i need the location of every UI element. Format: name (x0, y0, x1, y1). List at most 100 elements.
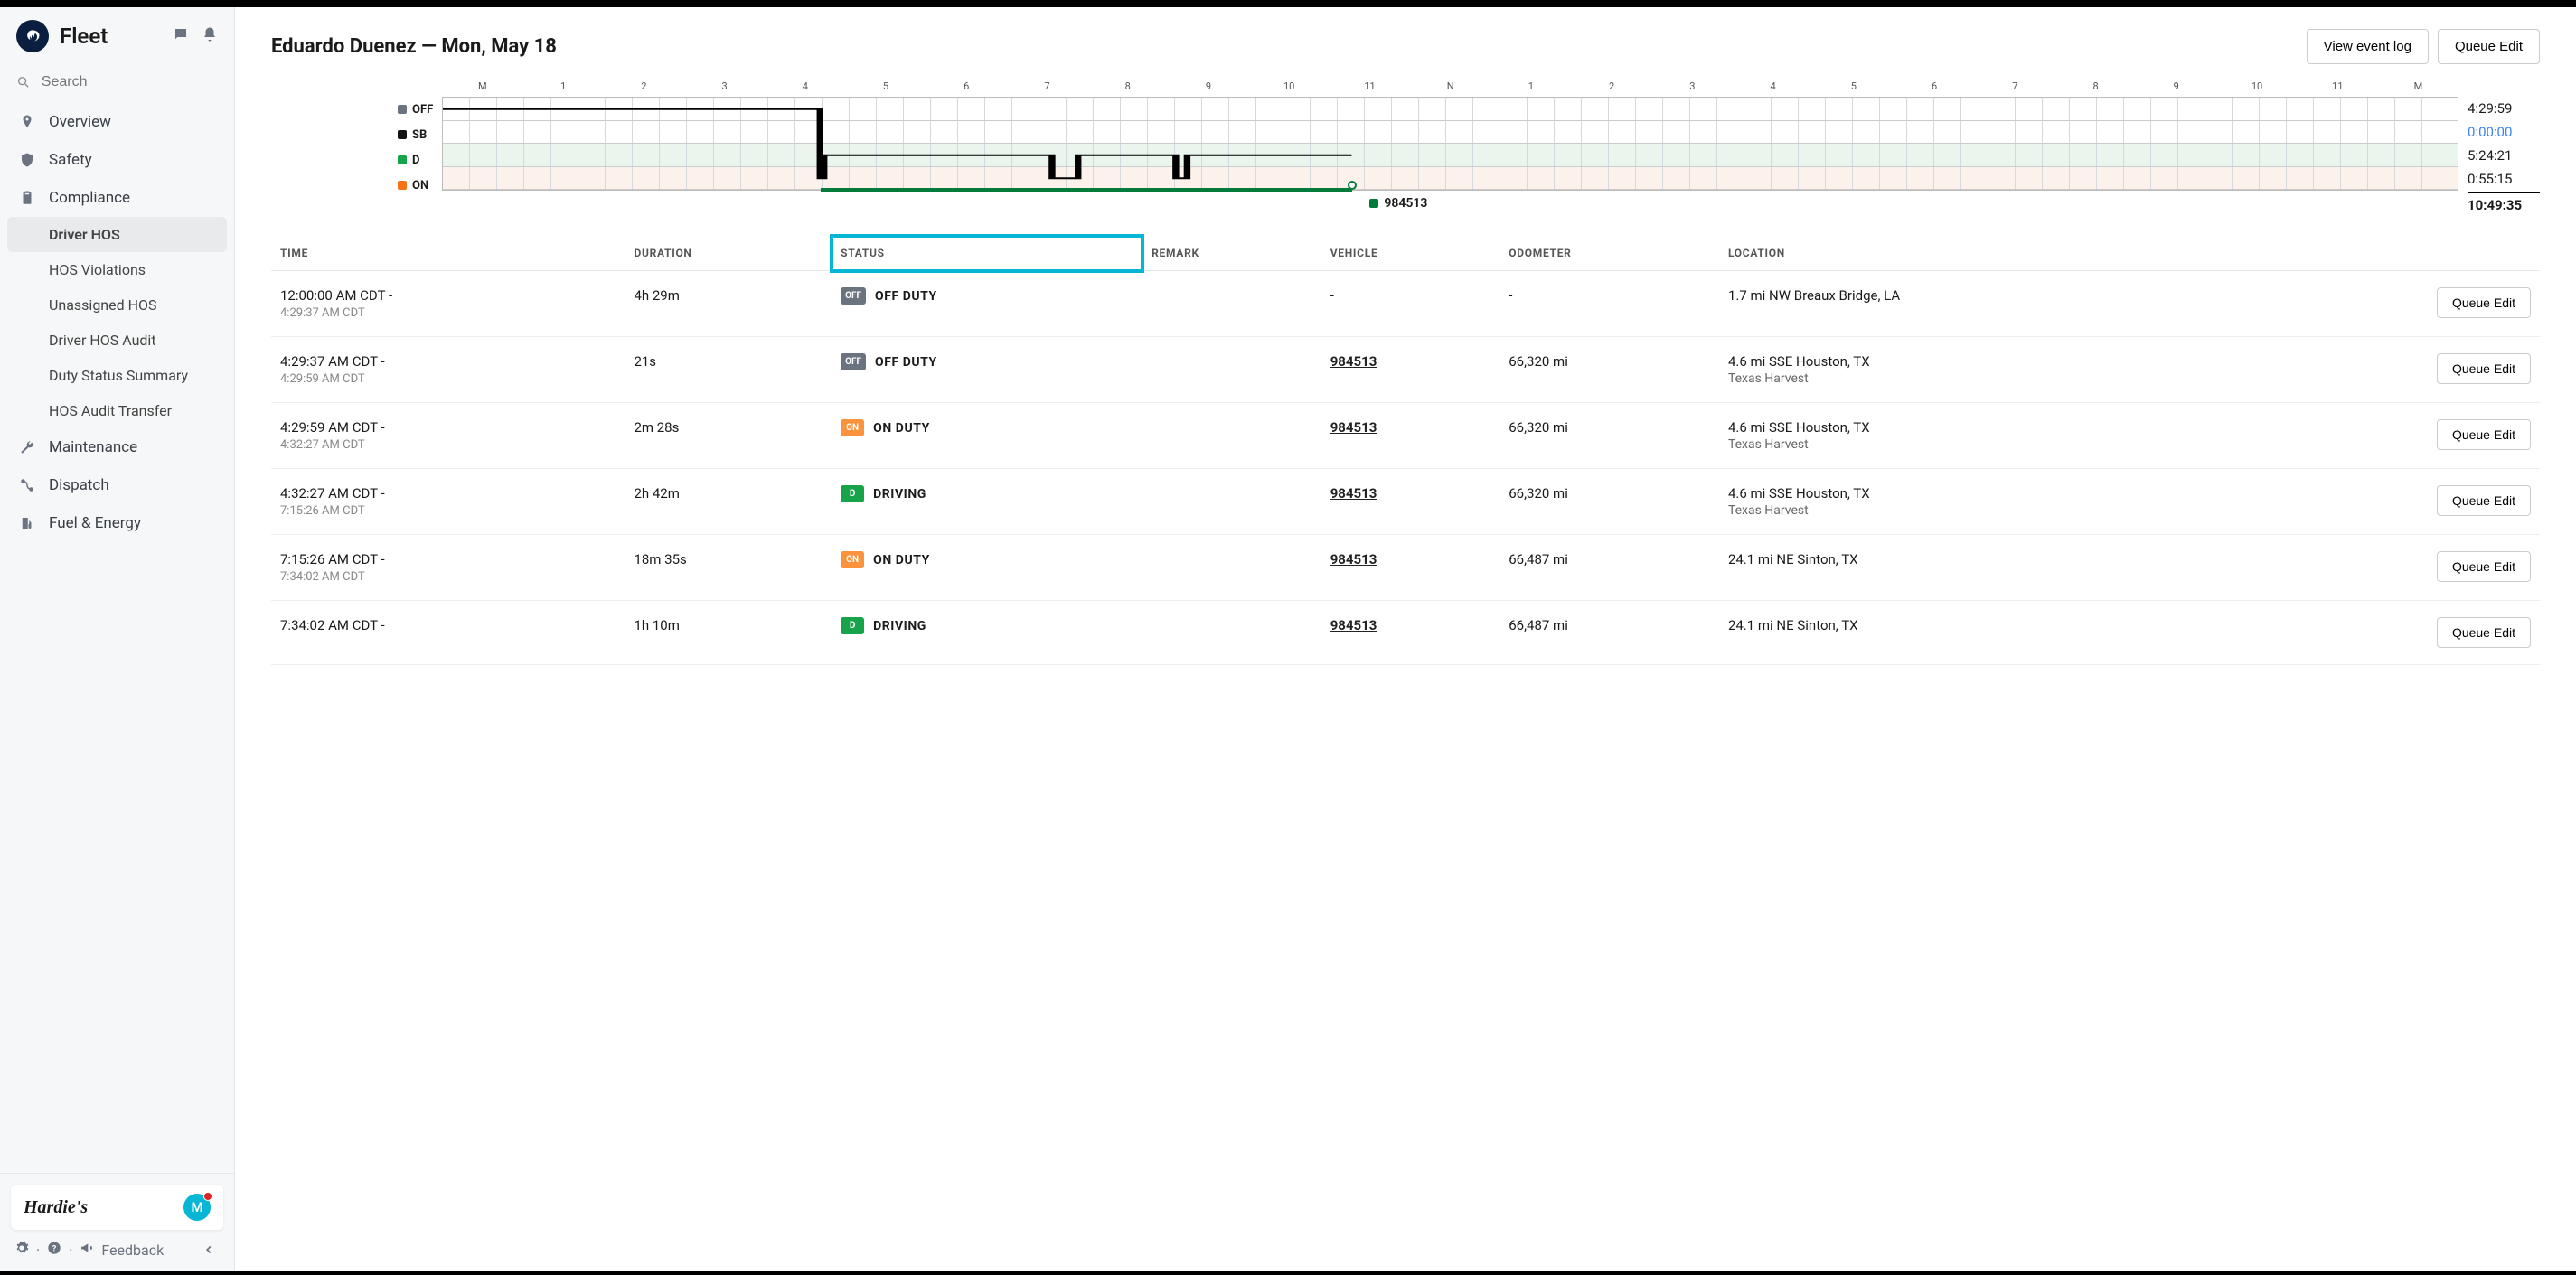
search-input[interactable] (42, 74, 218, 90)
hos-totals: 4:29:590:00:005:24:210:55:1510:49:35 (2468, 80, 2540, 198)
hos-chart: OFFSBDON M1234567891011N1234567891011M 9… (398, 80, 2540, 211)
cell-vehicle[interactable]: 984513 (1321, 601, 1500, 665)
cell-location: 4.6 mi SSE Houston, TXTexas Harvest (1719, 337, 2235, 403)
messages-icon[interactable] (173, 26, 189, 47)
hos-legend: OFFSBDON (398, 80, 433, 198)
sidebar-subitem-driver-hos[interactable]: Driver HOS (7, 217, 227, 252)
cell-vehicle[interactable]: 984513 (1321, 337, 1500, 403)
cell-remark (1142, 403, 1321, 469)
org-switcher[interactable]: Hardie's M (11, 1185, 223, 1230)
clipboard-icon (18, 189, 36, 207)
search-row[interactable] (0, 65, 234, 103)
cell-remark (1142, 601, 1321, 665)
log-row: 7:15:26 AM CDT -7:34:02 AM CDT18m 35sONO… (271, 535, 2540, 601)
legend-off: OFF (398, 98, 433, 121)
user-avatar[interactable]: M (183, 1194, 211, 1221)
cell-time: 4:32:27 AM CDT -7:15:26 AM CDT (271, 469, 625, 535)
cell-remark (1142, 535, 1321, 601)
sidebar-item-fuel-&-energy[interactable]: Fuel & Energy (0, 504, 234, 542)
cell-duration: 21s (625, 337, 832, 403)
cell-location: 24.1 mi NE Sinton, TX (1719, 601, 2235, 665)
cell-duration: 18m 35s (625, 535, 832, 601)
row-queue-edit-button[interactable]: Queue Edit (2437, 551, 2531, 582)
wrench-icon (18, 438, 36, 456)
legend-d: D (398, 148, 433, 172)
sidebar-subitem-hos-audit-transfer[interactable]: HOS Audit Transfer (0, 393, 234, 428)
notification-dot (203, 1192, 212, 1201)
sidebar-item-safety[interactable]: Safety (0, 141, 234, 179)
cell-status: OFFOFF DUTY (832, 337, 1142, 403)
notifications-icon[interactable] (202, 26, 218, 47)
hos-grid (442, 97, 2458, 191)
cell-vehicle[interactable]: 984513 (1321, 535, 1500, 601)
row-queue-edit-button[interactable]: Queue Edit (2437, 419, 2531, 450)
col-odometer: ODOMETER (1500, 236, 1719, 271)
sidebar-subitem-driver-hos-audit[interactable]: Driver HOS Audit (0, 323, 234, 358)
vehicle-timeline-bar (821, 188, 1352, 192)
collapse-sidebar-icon[interactable] (198, 1239, 220, 1261)
hos-vehicle-tag: 984513 (1369, 196, 2458, 211)
megaphone-icon[interactable] (80, 1241, 94, 1259)
row-queue-edit-button[interactable]: Queue Edit (2437, 485, 2531, 516)
sidebar-nav: OverviewSafetyComplianceDriver HOSHOS Vi… (0, 103, 234, 1173)
cell-remark (1142, 469, 1321, 535)
cell-remark (1142, 337, 1321, 403)
sidebar-subitem-hos-violations[interactable]: HOS Violations (0, 252, 234, 287)
chart-row-sb (443, 121, 2458, 145)
settings-icon[interactable] (14, 1241, 29, 1259)
help-icon[interactable]: ? (47, 1241, 61, 1259)
col-location: LOCATION (1719, 236, 2235, 271)
cell-vehicle: - (1321, 271, 1500, 337)
chart-row-on (443, 167, 2458, 191)
cell-vehicle[interactable]: 984513 (1321, 469, 1500, 535)
fuel-icon (18, 514, 36, 532)
cell-status: OFFOFF DUTY (832, 271, 1142, 337)
svg-text:?: ? (52, 1243, 57, 1253)
cell-time: 7:34:02 AM CDT - (271, 601, 625, 665)
log-row: 7:34:02 AM CDT -1h 10mDDRIVING98451366,4… (271, 601, 2540, 665)
total-sb: 0:00:00 (2468, 120, 2540, 144)
row-queue-edit-button[interactable]: Queue Edit (2437, 617, 2531, 648)
search-icon (16, 74, 31, 90)
page-title: Eduardo Duenez — Mon, May 18 (271, 35, 557, 58)
chart-row-d (443, 144, 2458, 167)
cell-time: 4:29:59 AM CDT -4:32:27 AM CDT (271, 403, 625, 469)
cell-status: ONON DUTY (832, 403, 1142, 469)
org-name: Hardie's (24, 1197, 88, 1218)
cell-location: 1.7 mi NW Breaux Bridge, LA (1719, 271, 2235, 337)
col-time: TIME (271, 236, 625, 271)
sidebar-item-dispatch[interactable]: Dispatch (0, 466, 234, 504)
cell-location: 4.6 mi SSE Houston, TXTexas Harvest (1719, 469, 2235, 535)
sidebar-item-maintenance[interactable]: Maintenance (0, 428, 234, 466)
cell-status: DDRIVING (832, 469, 1142, 535)
cell-time: 7:15:26 AM CDT -7:34:02 AM CDT (271, 535, 625, 601)
row-queue-edit-button[interactable]: Queue Edit (2437, 287, 2531, 318)
cell-time: 12:00:00 AM CDT -4:29:37 AM CDT (271, 271, 625, 337)
log-row: 4:29:59 AM CDT -4:32:27 AM CDT2m 28sONON… (271, 403, 2540, 469)
brand-name: Fleet (60, 23, 162, 49)
sidebar-subitem-unassigned-hos[interactable]: Unassigned HOS (0, 287, 234, 323)
total-off: 4:29:59 (2468, 97, 2540, 120)
cell-status: DDRIVING (832, 601, 1142, 665)
cell-duration: 2m 28s (625, 403, 832, 469)
feedback-link[interactable]: Feedback (101, 1242, 164, 1259)
cell-odometer: 66,320 mi (1500, 337, 1719, 403)
col-remark: REMARK (1142, 236, 1321, 271)
queue-edit-button[interactable]: Queue Edit (2438, 29, 2540, 64)
sidebar-subitem-duty-status-summary[interactable]: Duty Status Summary (0, 358, 234, 393)
table-header-row: TIMEDURATIONSTATUSREMARKVEHICLEODOMETERL… (271, 236, 2540, 271)
cell-time: 4:29:37 AM CDT -4:29:59 AM CDT (271, 337, 625, 403)
cell-remark (1142, 271, 1321, 337)
hos-log-table: TIMEDURATIONSTATUSREMARKVEHICLEODOMETERL… (271, 236, 2540, 665)
brand-logo (16, 20, 49, 52)
cell-duration: 1h 10m (625, 601, 832, 665)
view-event-log-button[interactable]: View event log (2307, 29, 2429, 64)
cell-vehicle[interactable]: 984513 (1321, 403, 1500, 469)
row-queue-edit-button[interactable]: Queue Edit (2437, 353, 2531, 384)
sidebar-item-compliance[interactable]: Compliance (0, 179, 234, 217)
map-pin-icon (18, 113, 36, 131)
cell-duration: 4h 29m (625, 271, 832, 337)
sidebar-item-overview[interactable]: Overview (0, 103, 234, 141)
col-vehicle: VEHICLE (1321, 236, 1500, 271)
chart-row-off (443, 98, 2458, 121)
